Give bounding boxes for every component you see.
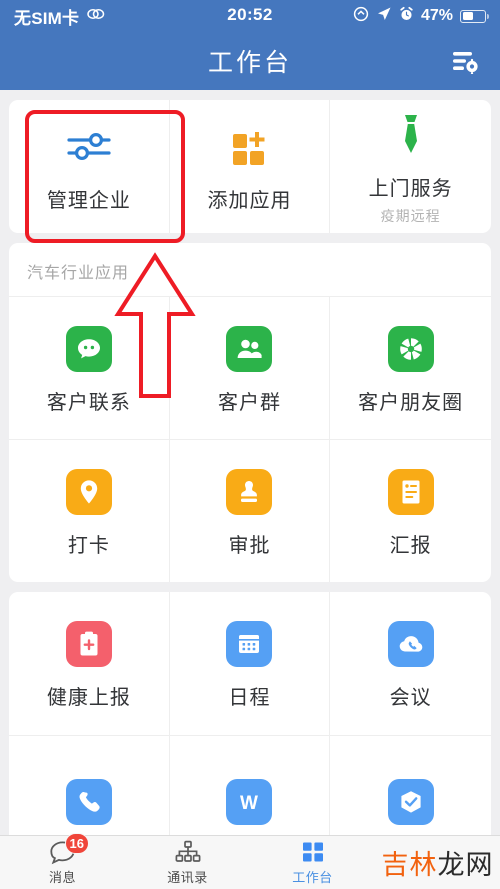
status-bar-right: 47% <box>353 6 490 27</box>
app-item-meeting[interactable]: 会议 <box>330 592 491 735</box>
app-item-approval[interactable]: 审批 <box>169 439 331 582</box>
add-apps-icon <box>226 120 272 174</box>
list-settings-icon[interactable] <box>448 46 482 76</box>
word-document-icon: W <box>226 775 273 829</box>
rotation-lock-icon <box>353 6 369 27</box>
app-item-label: 客户联系 <box>46 391 131 414</box>
industry-apps-grid: 客户联系 客户群 客户朋友圈 打卡 审批 汇报 <box>9 296 491 582</box>
app-item-checkin[interactable]: 打卡 <box>9 439 170 582</box>
app-item-report[interactable]: 汇报 <box>330 439 491 582</box>
quick-item-label: 管理企业 <box>46 190 131 212</box>
app-header: 工作台 <box>0 32 500 90</box>
bottom-tabbar: 16 消息 通讯录 工作台 吉林龙网 <box>0 833 500 889</box>
health-clipboard-icon <box>65 617 112 671</box>
section-title-industry: 汽车行业应用 <box>27 265 130 282</box>
group-users-icon <box>226 322 273 376</box>
package-box-icon <box>387 775 434 829</box>
location-pin-icon <box>65 465 112 519</box>
battery-icon <box>460 9 490 23</box>
chat-bubble-icon <box>65 322 112 376</box>
app-item-label: 健康上报 <box>46 687 131 709</box>
meeting-cloud-icon <box>387 617 434 671</box>
carrier-label: 无SIM卡 <box>14 8 80 28</box>
necktie-icon <box>394 108 428 162</box>
industry-apps-card: 汽车行业应用 客户联系 客户群 客户朋友圈 打卡 审批 汇报 <box>9 243 491 582</box>
tab-contacts[interactable]: 通讯录 <box>125 836 250 889</box>
org-chart-icon <box>174 839 202 865</box>
tab-workbench[interactable]: 工作台 <box>250 836 375 889</box>
link-icon <box>86 7 106 26</box>
alarm-clock-icon <box>399 6 414 27</box>
status-bar-left: 无SIM卡 <box>14 4 106 29</box>
office-apps-card: 健康上报 日程 会议 W <box>9 592 491 835</box>
app-item-word-doc[interactable]: W <box>169 735 331 835</box>
quick-item-label: 添加应用 <box>207 190 292 212</box>
app-item-label: 客户朋友圈 <box>358 391 464 414</box>
message-badge: 16 <box>64 833 89 854</box>
page-title: 工作台 <box>207 49 292 77</box>
app-item-label: 打卡 <box>67 534 110 557</box>
tab-label: 工作台 <box>292 870 333 885</box>
sliders-icon <box>63 120 115 174</box>
quick-actions-grid: 管理企业 添加应用 上门服务 疫期远程 <box>9 100 491 233</box>
phone-screen: 无SIM卡 20:52 47% 工作台 管理企业 添加应用 上门服务 疫期远程 … <box>0 0 500 889</box>
phone-icon <box>65 775 112 829</box>
watermark-part-2: 龙网 <box>437 850 494 881</box>
app-item-health-report[interactable]: 健康上报 <box>9 592 170 735</box>
watermark-part-1: 吉林 <box>381 850 438 881</box>
workbench-content[interactable]: 管理企业 添加应用 上门服务 疫期远程 汽车行业应用 客户联系 客户群 客户朋友… <box>0 90 500 835</box>
app-item-phone[interactable] <box>9 735 170 835</box>
app-item-schedule[interactable]: 日程 <box>170 592 331 735</box>
calendar-icon <box>226 617 273 671</box>
svg-text:W: W <box>241 793 259 814</box>
app-item-label: 汇报 <box>389 534 432 557</box>
watermark: 吉林龙网 <box>375 836 500 889</box>
quick-item-label: 上门服务 <box>368 177 453 200</box>
stamp-icon <box>226 465 273 519</box>
quick-item-onsite-service[interactable]: 上门服务 疫期远程 <box>330 100 491 233</box>
app-item-label: 审批 <box>228 534 271 557</box>
quick-item-manage-enterprise[interactable]: 管理企业 <box>9 100 170 233</box>
tab-messages[interactable]: 16 消息 <box>0 833 125 889</box>
aperture-icon <box>387 322 434 376</box>
app-item-customer-contact[interactable]: 客户联系 <box>9 296 170 439</box>
location-arrow-icon <box>376 6 392 27</box>
quick-item-add-app[interactable]: 添加应用 <box>170 100 331 233</box>
grid-squares-icon <box>300 839 326 865</box>
app-item-package[interactable] <box>330 735 491 835</box>
app-item-label: 日程 <box>228 687 271 709</box>
app-item-customer-moments[interactable]: 客户朋友圈 <box>330 296 491 439</box>
app-item-label: 会议 <box>389 687 432 709</box>
battery-percent-label: 47% <box>420 7 453 24</box>
report-document-icon <box>387 465 434 519</box>
tab-label: 通讯录 <box>167 870 208 885</box>
message-bubble-icon: 16 <box>49 833 89 865</box>
status-bar: 无SIM卡 20:52 47% <box>0 0 500 32</box>
app-item-customer-group[interactable]: 客户群 <box>169 296 331 439</box>
quick-actions-card: 管理企业 添加应用 上门服务 疫期远程 <box>9 100 491 233</box>
office-apps-grid: 健康上报 日程 会议 W <box>9 592 491 835</box>
app-item-label: 客户群 <box>217 391 281 414</box>
quick-item-sublabel: 疫期远程 <box>380 207 441 224</box>
tab-label: 消息 <box>48 870 76 885</box>
